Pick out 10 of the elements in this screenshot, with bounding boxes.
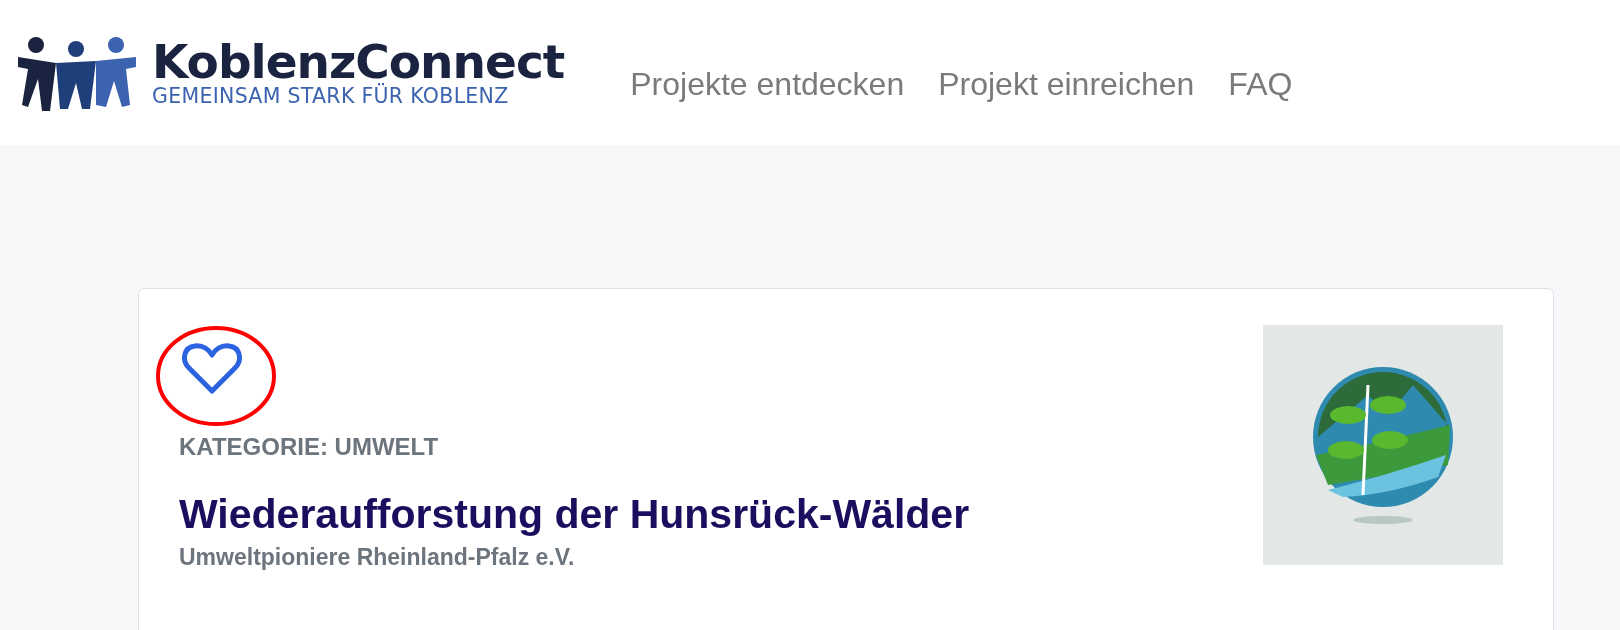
nav-link[interactable]: Projekte entdecken	[630, 66, 905, 103]
category-label: KATEGORIE: UMWELT	[179, 433, 439, 461]
favorite-button[interactable]	[179, 341, 245, 397]
heart-icon	[179, 341, 245, 397]
nav-link[interactable]: FAQ	[1228, 66, 1293, 103]
organization-name: Umweltpioniere Rheinland-Pfalz e.V.	[179, 544, 575, 571]
people-logo-icon	[16, 34, 138, 111]
tagline: GEMEINSAM STARK FÜR KOBLENZ	[152, 84, 510, 108]
project-title: Wiederaufforstung der Hunsrück-Wälder	[179, 491, 970, 538]
nav-link[interactable]: Projekt einreichen	[938, 66, 1195, 103]
